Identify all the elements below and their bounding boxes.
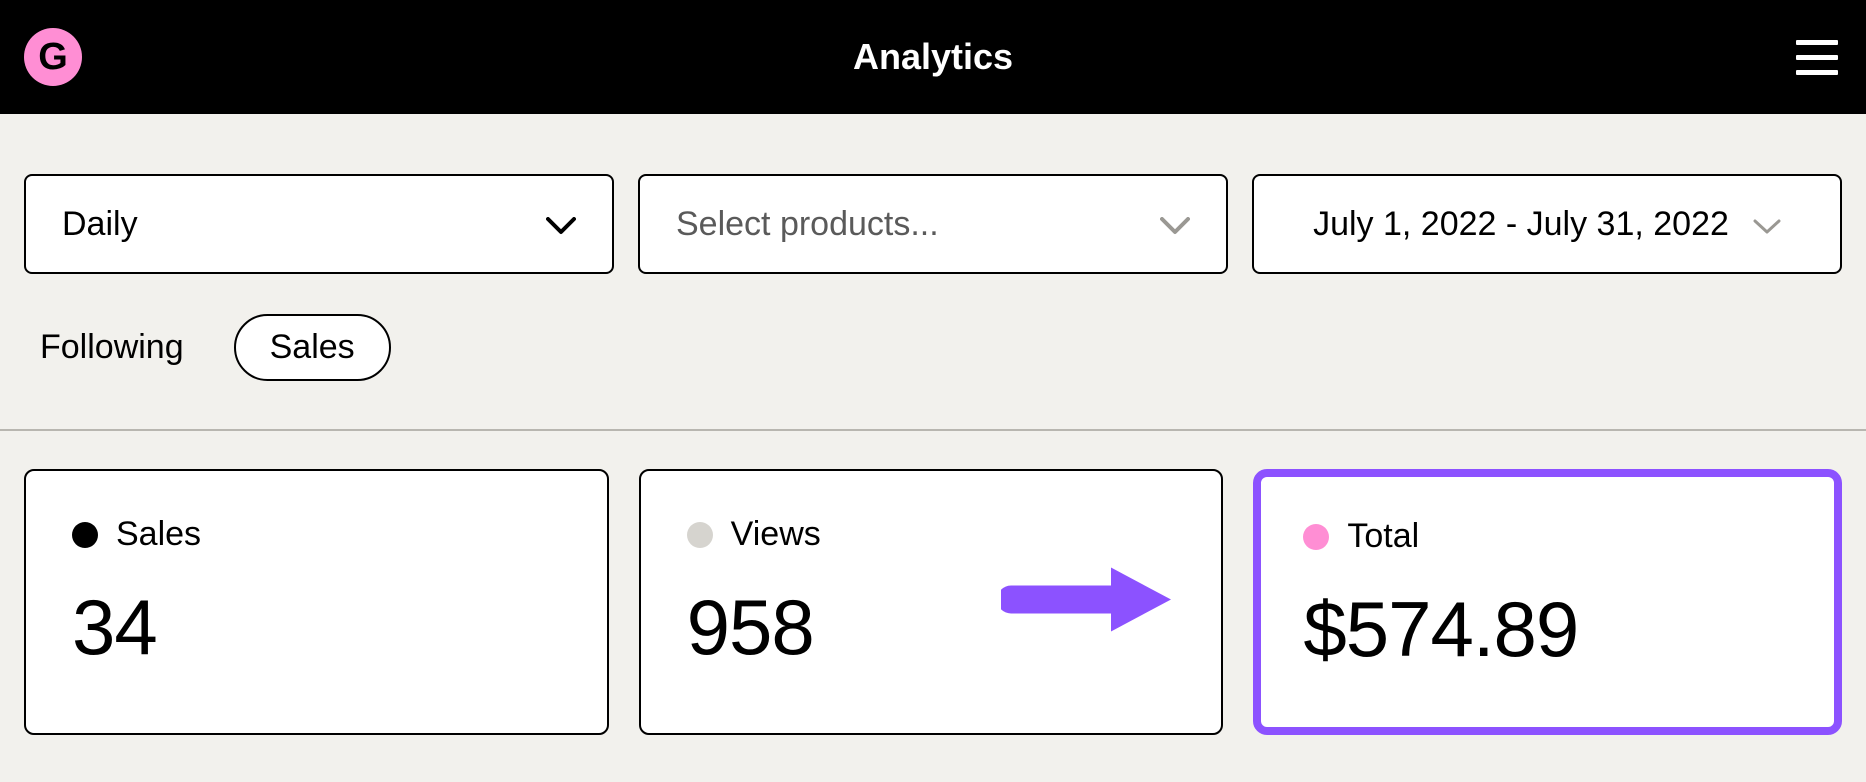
stat-value: 34 (72, 582, 561, 673)
stat-card-head: Sales (72, 515, 561, 554)
tab-sales[interactable]: Sales (234, 314, 391, 381)
stat-card-views[interactable]: Views 958 (639, 469, 1224, 735)
stat-card-head: Total (1303, 517, 1792, 556)
chevron-down-icon (546, 205, 576, 244)
stat-label: Total (1347, 517, 1419, 556)
tab-following[interactable]: Following (40, 328, 184, 367)
stats-row: Sales 34 Views 958 Total $574.89 (0, 431, 1866, 735)
stat-card-head: Views (687, 515, 1176, 554)
stat-card-sales[interactable]: Sales 34 (24, 469, 609, 735)
products-select-placeholder: Select products... (676, 205, 939, 244)
series-dot-icon (72, 522, 98, 548)
stat-value: $574.89 (1303, 584, 1792, 675)
brand-logo[interactable]: G (24, 28, 82, 86)
date-range-select[interactable]: July 1, 2022 - July 31, 2022 (1252, 174, 1842, 274)
menu-icon[interactable] (1796, 40, 1842, 75)
tab-bar: Following Sales (0, 274, 1866, 429)
stat-card-total[interactable]: Total $574.89 (1253, 469, 1842, 735)
stat-label: Views (731, 515, 821, 554)
arrow-right-icon (1001, 560, 1181, 645)
page-title: Analytics (853, 36, 1013, 78)
products-select[interactable]: Select products... (638, 174, 1228, 274)
app-header: G Analytics (0, 0, 1866, 114)
granularity-select[interactable]: Daily (24, 174, 614, 274)
stat-label: Sales (116, 515, 201, 554)
brand-logo-letter: G (38, 38, 68, 76)
series-dot-icon (1303, 524, 1329, 550)
series-dot-icon (687, 522, 713, 548)
chevron-down-icon (1753, 205, 1781, 244)
date-range-select-value: July 1, 2022 - July 31, 2022 (1313, 205, 1729, 244)
granularity-select-value: Daily (62, 205, 138, 244)
chevron-down-icon (1160, 205, 1190, 244)
filter-bar: Daily Select products... July 1, 2022 - … (0, 114, 1866, 274)
